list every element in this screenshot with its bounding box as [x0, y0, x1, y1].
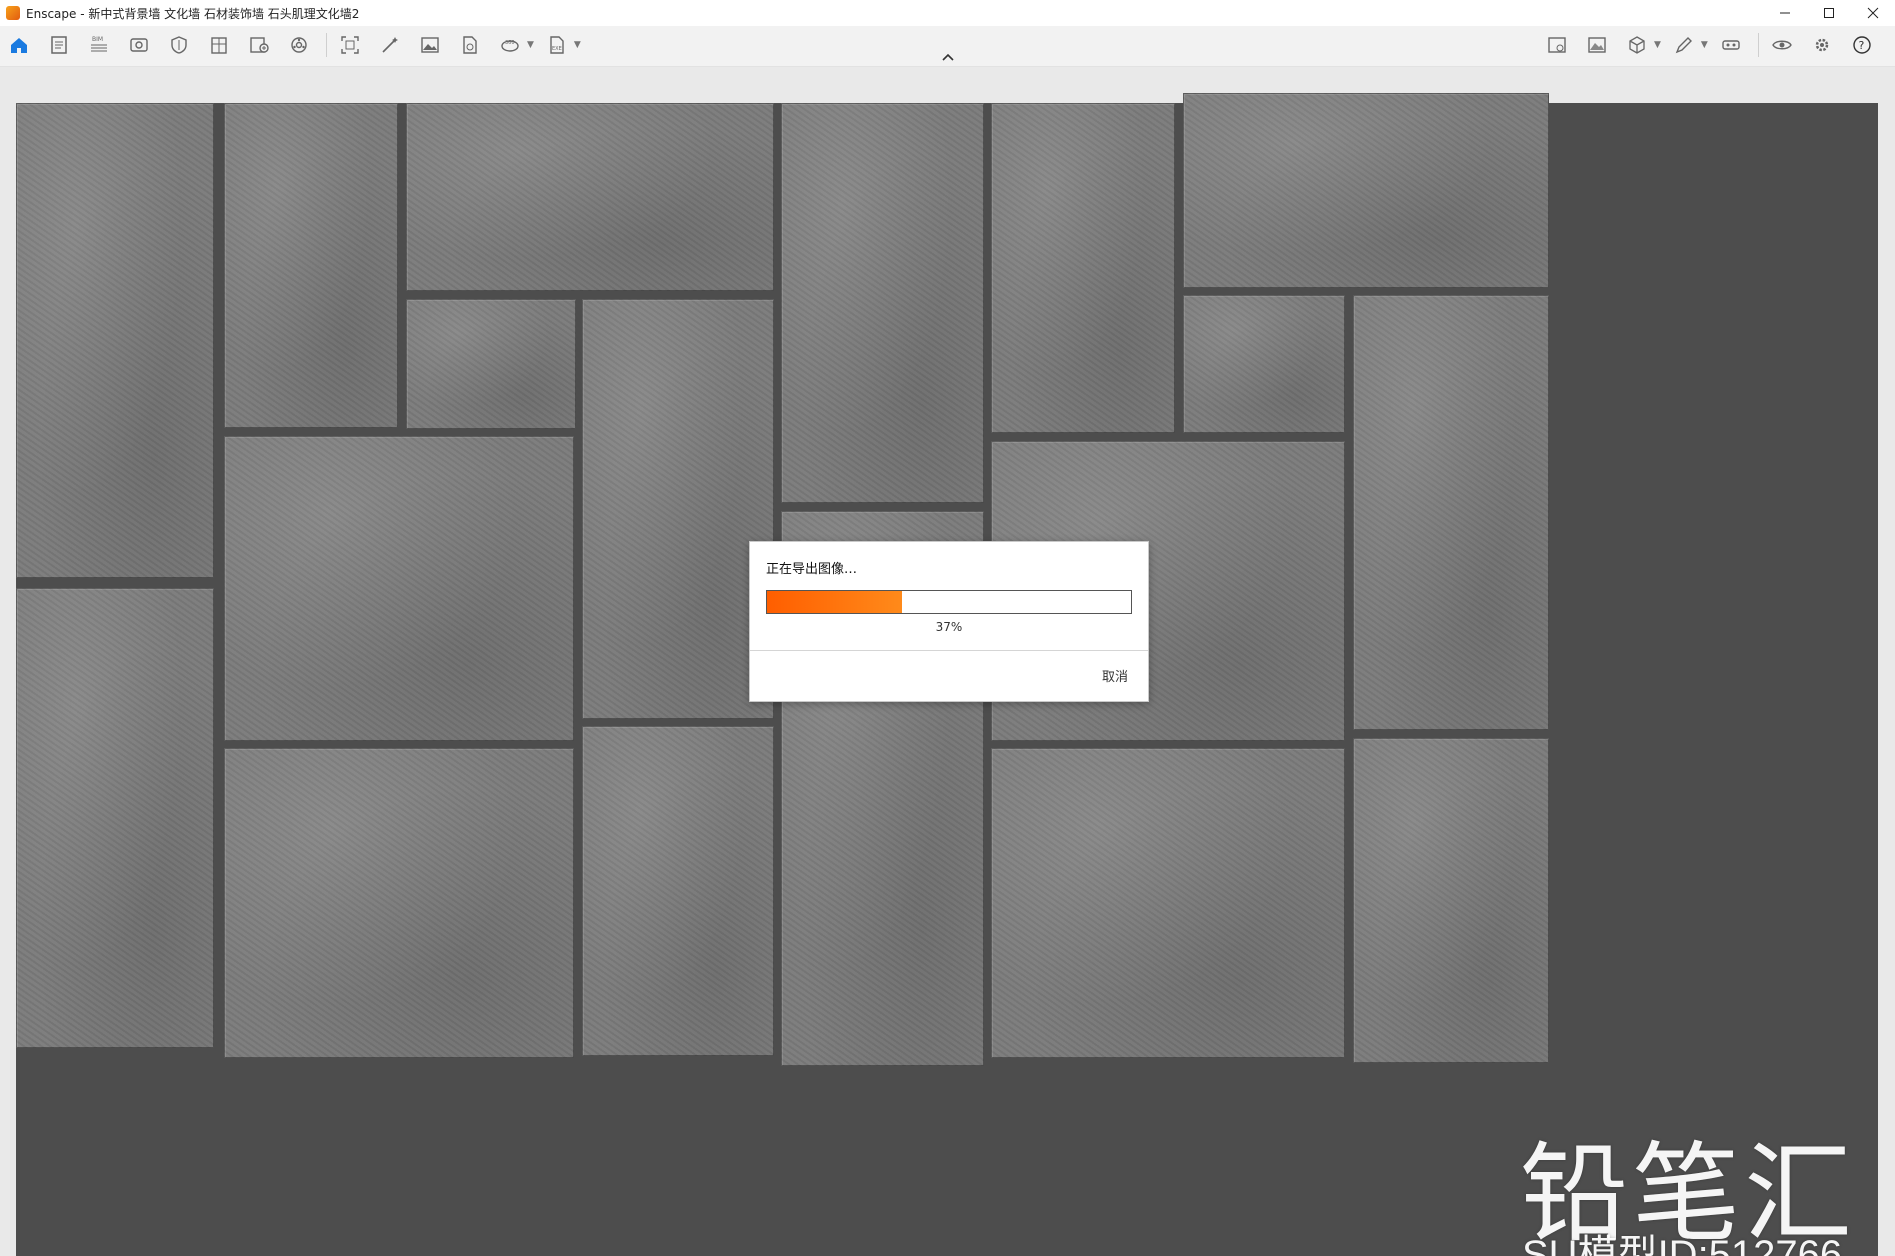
cancel-button[interactable]: 取消 [1102, 666, 1128, 685]
home-icon[interactable] [6, 32, 32, 58]
stone-block [406, 103, 774, 291]
settings-wheel-icon[interactable] [286, 32, 312, 58]
toolbar-left-group: BIM 360 ▼ EXE ▼ [6, 32, 591, 58]
enscape-logo-icon [6, 6, 20, 20]
bim-icon[interactable]: BIM [86, 32, 112, 58]
maximize-icon[interactable] [1807, 0, 1851, 26]
visual-settings-icon[interactable] [1769, 32, 1795, 58]
dialog-divider [750, 650, 1148, 651]
vr-icon[interactable] [1718, 32, 1744, 58]
building-icon[interactable] [206, 32, 232, 58]
stone-block [406, 299, 576, 429]
document-icon[interactable] [46, 32, 72, 58]
export-dropdown-caret[interactable]: ▼ [574, 40, 581, 50]
eye-icon[interactable] [126, 32, 152, 58]
stone-block [1183, 295, 1345, 433]
collapse-toolbar-chevron-icon[interactable] [940, 50, 956, 64]
stone-block [16, 588, 214, 1048]
stone-block [582, 299, 774, 719]
toolbar-right-group: ▼ ▼ ? [1544, 32, 1889, 58]
exe-export-icon[interactable]: EXE [544, 32, 570, 58]
export-progress-dialog: 正在导出图像… 37% 取消 [749, 541, 1149, 702]
title-bar: Enscape - 新中式背景墙 文化墙 石材装饰墙 石头肌理文化墙2 [0, 0, 1895, 26]
panorama-dropdown-caret[interactable]: ▼ [527, 40, 534, 50]
svg-text:?: ? [1858, 39, 1864, 52]
stone-block [1353, 295, 1549, 730]
svg-text:360: 360 [505, 40, 515, 46]
panorama-icon[interactable]: 360 [497, 32, 523, 58]
stone-block [224, 103, 398, 428]
magic-wand-icon[interactable] [377, 32, 403, 58]
watermark-model-id: SU模型ID:512766 [1522, 1233, 1843, 1256]
toolbar-separator [1757, 33, 1759, 57]
cube-view-icon[interactable] [1624, 32, 1650, 58]
toolbar-separator [326, 33, 327, 57]
export-progress-bar [766, 590, 1132, 614]
export-file-icon[interactable] [457, 32, 483, 58]
image-icon[interactable] [417, 32, 443, 58]
window-title: Enscape - 新中式背景墙 文化墙 石材装饰墙 石头肌理文化墙2 [26, 6, 360, 21]
sun-view-icon[interactable] [1544, 32, 1570, 58]
stone-block [781, 103, 984, 503]
svg-text:EXE: EXE [552, 46, 562, 52]
window-controls [1763, 0, 1895, 26]
progress-percent-label: 37% [935, 620, 963, 634]
asset-library-icon[interactable] [246, 32, 272, 58]
dialog-title: 正在导出图像… [766, 562, 858, 577]
stone-block [991, 748, 1345, 1058]
help-icon[interactable]: ? [1849, 32, 1875, 58]
svg-text:BIM: BIM [92, 36, 103, 43]
pen-dropdown-caret[interactable]: ▼ [1701, 40, 1708, 50]
stone-block [1183, 93, 1549, 288]
screenshot-icon[interactable] [337, 32, 363, 58]
stone-block [1353, 738, 1549, 1063]
gear-icon[interactable] [1809, 32, 1835, 58]
stone-block [991, 103, 1175, 433]
view-dropdown-caret[interactable]: ▼ [1654, 40, 1661, 50]
shield-icon[interactable] [166, 32, 192, 58]
pen-icon[interactable] [1671, 32, 1697, 58]
mountain-view-icon[interactable] [1584, 32, 1610, 58]
minimize-icon[interactable] [1763, 0, 1807, 26]
close-icon[interactable] [1851, 0, 1895, 26]
stone-block [224, 748, 574, 1058]
stone-block [582, 726, 774, 1056]
stone-block [224, 436, 574, 741]
stone-block [16, 103, 214, 578]
progress-bar-fill [767, 591, 902, 613]
